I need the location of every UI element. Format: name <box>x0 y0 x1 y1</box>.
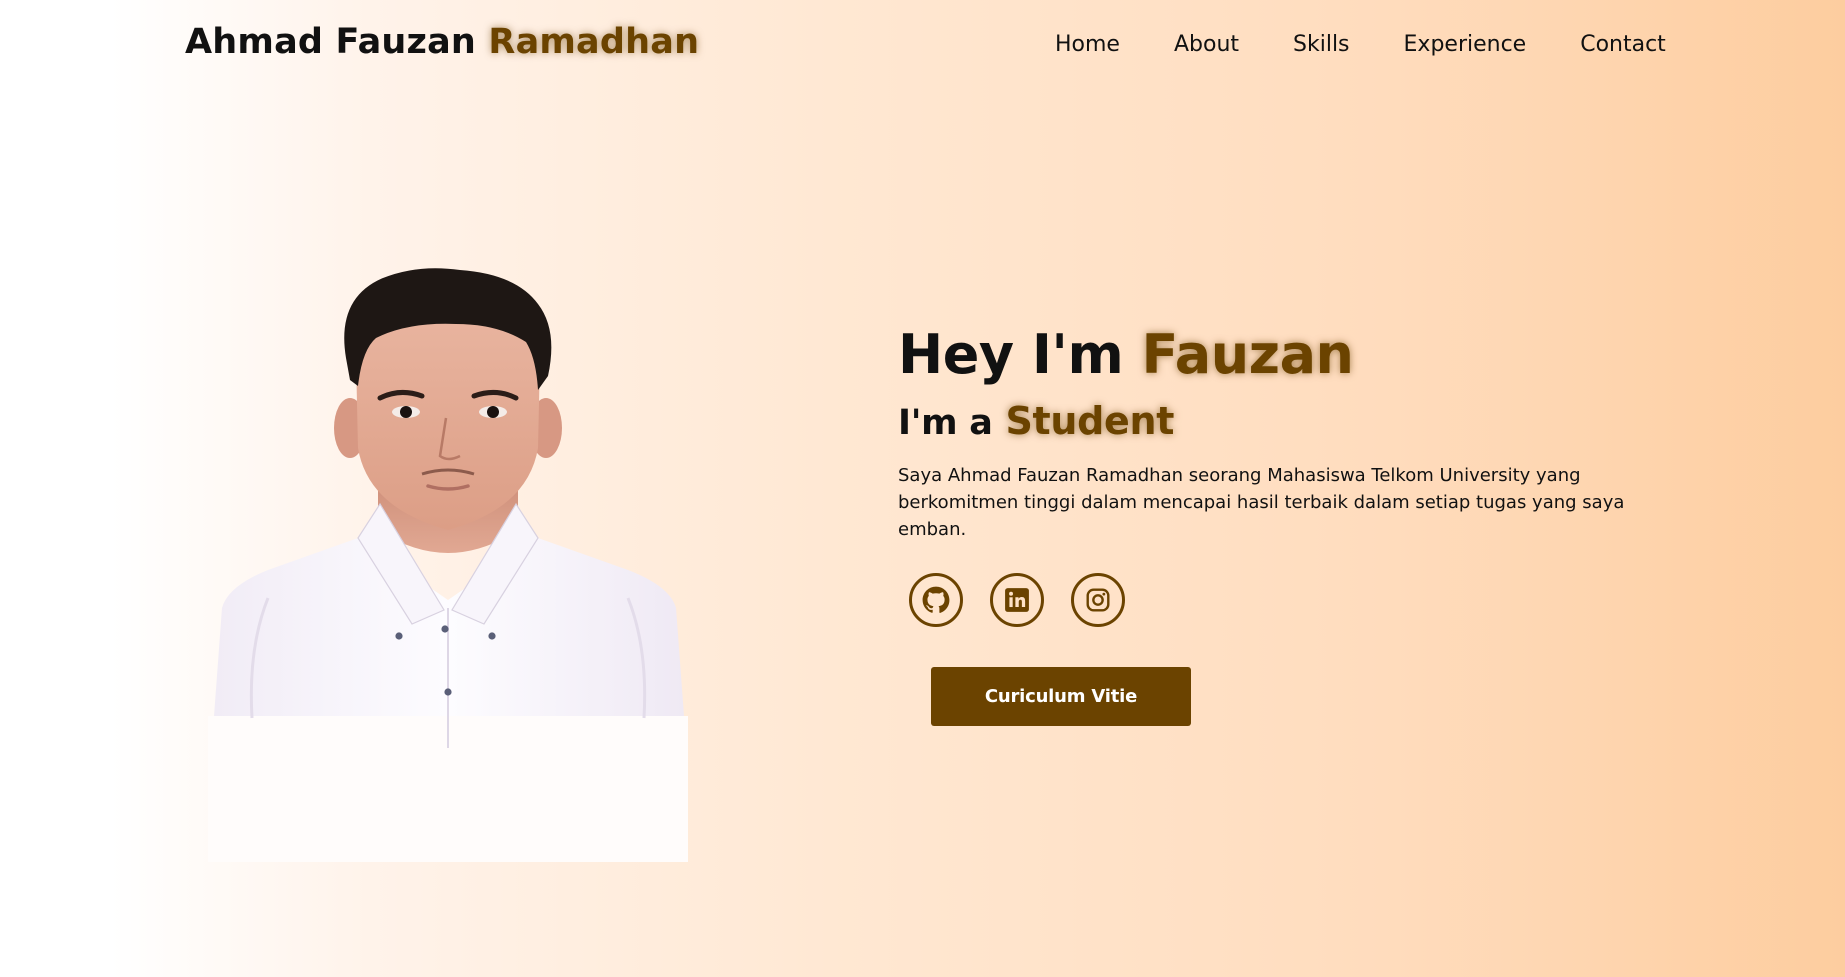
hero-role-prefix: I'm a <box>898 403 993 443</box>
nav-about-link[interactable]: About <box>1174 32 1239 57</box>
linkedin-icon <box>1005 588 1029 612</box>
logo-accent: Ramadhan <box>488 22 700 62</box>
nav-contact-link[interactable]: Contact <box>1580 32 1666 57</box>
linkedin-link[interactable] <box>990 573 1044 627</box>
logo-name: Ahmad Fauzan <box>185 22 477 62</box>
hero-section: Hey I'm Fauzan I'm a Student Saya Ahmad … <box>898 322 1678 543</box>
site-header: Ahmad Fauzan Ramadhan Home About Skills … <box>0 0 1845 92</box>
hero-title: Hey I'm Fauzan <box>898 322 1678 388</box>
curriculum-vitae-button[interactable]: Curiculum Vitie <box>931 667 1191 726</box>
instagram-icon <box>1086 588 1110 612</box>
nav-skills-link[interactable]: Skills <box>1293 32 1350 57</box>
main-nav: Home About Skills Experience Contact <box>1055 32 1666 57</box>
instagram-link[interactable] <box>1071 573 1125 627</box>
nav-experience-link[interactable]: Experience <box>1404 32 1527 57</box>
site-logo[interactable]: Ahmad Fauzan Ramadhan <box>185 22 699 62</box>
hero-greeting: Hey I'm <box>898 323 1124 386</box>
profile-photo <box>208 268 688 862</box>
hero-subtitle: I'm a Student <box>898 396 1678 448</box>
hero-role: Student <box>1005 399 1175 443</box>
github-icon <box>922 586 950 613</box>
hero-name: Fauzan <box>1141 323 1354 386</box>
social-links <box>909 573 1125 627</box>
github-link[interactable] <box>909 573 963 627</box>
nav-home-link[interactable]: Home <box>1055 32 1120 57</box>
hero-description: Saya Ahmad Fauzan Ramadhan seorang Mahas… <box>898 465 1625 540</box>
